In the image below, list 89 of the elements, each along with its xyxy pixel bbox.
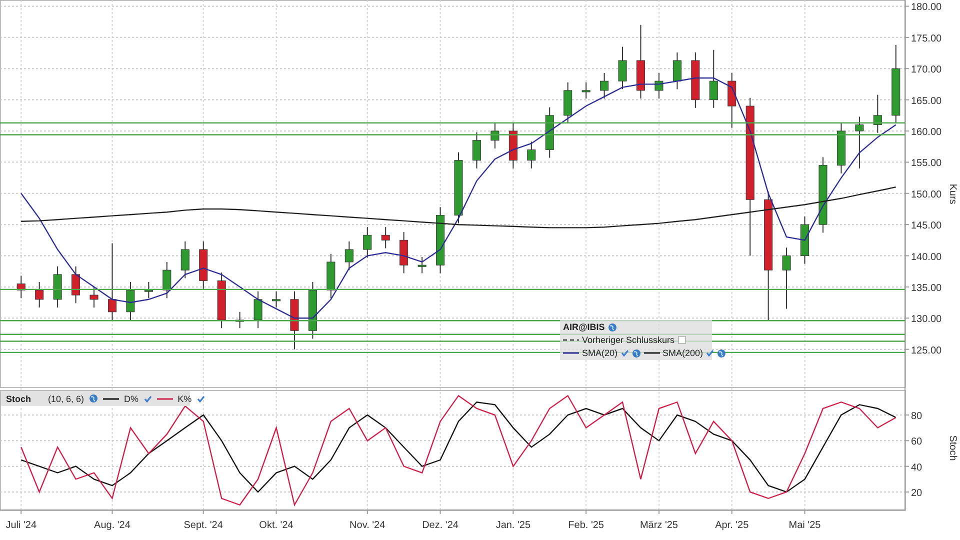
candlestick <box>326 253 336 299</box>
candlestick <box>90 286 98 308</box>
candlestick <box>272 290 280 308</box>
candlestick <box>508 122 518 169</box>
axis-label: 175.00 <box>911 33 942 44</box>
candlestick <box>180 240 190 279</box>
candlestick <box>162 262 172 299</box>
candlestick <box>344 240 354 271</box>
axis-label: 165.00 <box>911 96 942 107</box>
axis-label: März '25 <box>640 520 678 531</box>
candlestick <box>564 82 572 124</box>
candlestick <box>35 281 44 308</box>
checkmark-icon[interactable] <box>144 394 152 402</box>
axis-label: 20 <box>911 488 922 500</box>
axis-label: 130.00 <box>911 314 942 326</box>
legend-label: SMA(200) <box>662 348 704 358</box>
axis-label: Mai '25 <box>788 520 821 531</box>
candlestick <box>836 122 846 174</box>
candlestick <box>381 226 390 249</box>
candlestick <box>400 232 408 274</box>
legend-label: Vorheriger Schlusskurs <box>582 335 675 345</box>
candlestick <box>236 311 244 329</box>
candlestick <box>691 52 700 108</box>
axis-label: Apr. '25 <box>715 520 749 531</box>
candlestick <box>217 272 226 329</box>
axis-label: Aug. '24 <box>94 520 130 531</box>
candlestick <box>144 281 153 299</box>
axis-label: 140.00 <box>911 252 942 263</box>
candlestick <box>16 275 26 299</box>
axis-label: 160.00 <box>911 127 942 138</box>
axis-title: Stoch <box>947 435 958 461</box>
axis-label: 180.00 <box>911 2 942 14</box>
axis-label: Nov. '24 <box>350 520 386 531</box>
axis-label: Okt. '24 <box>259 520 294 531</box>
candlestick <box>654 72 664 100</box>
globe-icon[interactable] <box>89 394 98 403</box>
candlestick <box>728 72 736 128</box>
candlestick <box>254 290 262 329</box>
candlestick <box>418 256 426 274</box>
axis-label: 145.00 <box>911 220 942 232</box>
candlestick <box>582 82 590 100</box>
candlestick <box>618 46 627 90</box>
candlestick <box>436 206 445 274</box>
axis-label: 125.00 <box>911 345 942 356</box>
candlestick <box>199 240 208 290</box>
candlestick <box>72 266 80 304</box>
candlestick <box>873 94 882 134</box>
axis-label: Feb. '25 <box>568 520 604 531</box>
globe-icon[interactable] <box>608 322 617 332</box>
checkmark-icon[interactable] <box>196 394 205 402</box>
candlestick <box>290 290 299 350</box>
indicator-params: (10, 6, 6) <box>48 394 84 404</box>
legend-label: K% <box>178 394 192 404</box>
candlestick <box>308 281 317 340</box>
candlestick <box>490 122 500 149</box>
axis-label: Juli '24 <box>6 520 37 531</box>
axis-label: 170.00 <box>911 64 942 76</box>
axis-label: 155.00 <box>911 158 942 170</box>
axis-title: Kurs <box>947 184 958 204</box>
candlestick <box>855 116 864 169</box>
candlestick <box>53 266 62 308</box>
checkbox[interactable] <box>678 336 686 344</box>
legend-title: AIR@IBIS <box>563 322 605 332</box>
dashed-line-icon <box>563 337 579 343</box>
indicator-title: Stoch <box>6 394 32 404</box>
candlestick <box>363 226 372 258</box>
candlestick <box>709 49 718 108</box>
axis-label: Dez. '24 <box>422 520 458 531</box>
candlestick <box>472 132 481 169</box>
axis-label: Sept. '24 <box>184 520 223 531</box>
candlestick <box>800 216 810 264</box>
candlestick <box>672 52 682 90</box>
globe-icon[interactable] <box>717 348 726 358</box>
axis-label: 60 <box>911 436 922 448</box>
checkmark-icon[interactable] <box>620 349 629 357</box>
axis-label: 40 <box>911 462 922 474</box>
axis-label: 80 <box>911 410 922 422</box>
legend-label: D% <box>124 394 139 404</box>
candlestick <box>126 281 135 320</box>
candlestick <box>545 106 554 158</box>
axis-label: Jan. '25 <box>496 520 531 531</box>
candlestick <box>782 247 791 310</box>
legend-label: SMA(20) <box>582 348 618 358</box>
axis-label: 150.00 <box>911 189 942 200</box>
candlestick <box>600 72 609 100</box>
axis-label: 135.00 <box>911 282 942 294</box>
candlestick <box>527 141 536 169</box>
globe-icon[interactable] <box>632 348 641 358</box>
checkmark-icon[interactable] <box>706 349 714 357</box>
